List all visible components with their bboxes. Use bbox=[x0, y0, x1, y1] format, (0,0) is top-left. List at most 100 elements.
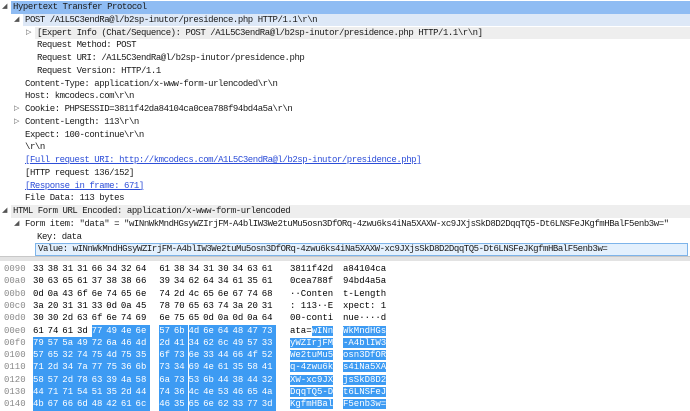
tree-item[interactable]: ▷ Cookie: PHPSESSID=3811f42da84104ca0cea7… bbox=[0, 103, 690, 116]
pane-splitter[interactable] bbox=[0, 256, 690, 261]
hex-byte[interactable]: 33 bbox=[92, 300, 107, 312]
ascii-chunk[interactable]: F5enb3w= bbox=[343, 398, 387, 410]
hex-byte[interactable]: 35 bbox=[247, 275, 262, 287]
expand-arrow-icon[interactable]: ▷ bbox=[26, 27, 31, 40]
hex-byte[interactable]: 33 bbox=[33, 263, 48, 275]
hex-byte[interactable]: 4b bbox=[33, 398, 48, 411]
ascii-chunk[interactable]: 0cea788f bbox=[290, 275, 333, 287]
hex-byte[interactable]: 41 bbox=[173, 336, 189, 350]
hex-byte[interactable]: 36 bbox=[173, 386, 189, 399]
hex-byte[interactable]: 3d bbox=[261, 398, 277, 411]
hex-byte[interactable]: 79 bbox=[33, 336, 48, 350]
tree-link[interactable]: [Response in frame: 671] bbox=[23, 180, 146, 193]
tree-item[interactable]: Value: wINnWkMndHGsyWZIrjFM-A4blIW3We2tu… bbox=[0, 243, 690, 256]
tree-item[interactable]: Expect: 100-continue\r\n bbox=[0, 129, 690, 142]
hex-byte[interactable]: 0d bbox=[232, 312, 247, 324]
hex-byte[interactable]: 74 bbox=[121, 312, 136, 324]
hex-byte[interactable]: 0d bbox=[33, 288, 48, 300]
hex-byte[interactable]: 61 bbox=[33, 325, 48, 337]
ascii-chunk[interactable]: -A4blIW3 bbox=[343, 337, 387, 349]
hex-byte[interactable]: 46 bbox=[232, 386, 248, 399]
tree-item[interactable]: Content-Type: application/x-www-form-url… bbox=[0, 78, 690, 91]
ascii-chunk[interactable]: We2tuMu5 bbox=[290, 349, 334, 361]
hex-byte[interactable]: 36 bbox=[120, 361, 136, 374]
hex-byte[interactable]: 54 bbox=[76, 386, 92, 399]
hex-byte[interactable]: 30 bbox=[218, 263, 233, 275]
hex-byte[interactable]: 63 bbox=[48, 275, 63, 287]
hex-byte[interactable]: 67 bbox=[232, 288, 247, 300]
hex-byte[interactable]: 6b bbox=[173, 324, 189, 337]
hex-byte[interactable]: 4e bbox=[120, 324, 136, 337]
hex-byte[interactable]: 6a bbox=[159, 373, 174, 386]
hex-byte[interactable]: 2d bbox=[62, 373, 77, 386]
hex-byte[interactable]: 4c bbox=[189, 288, 204, 300]
ascii-chunk[interactable]: t6LNSFeJ bbox=[343, 386, 387, 398]
hex-byte[interactable]: 31 bbox=[62, 263, 77, 275]
hex-byte[interactable]: 6e bbox=[135, 324, 151, 337]
hex-byte[interactable]: 35 bbox=[135, 349, 151, 362]
ascii-chunk[interactable]: osn3DfOR bbox=[343, 349, 387, 361]
hex-byte[interactable]: 6e bbox=[203, 398, 218, 411]
hex-byte[interactable]: 2d bbox=[62, 312, 77, 324]
tree-item[interactable]: ▷ Content-Length: 113\r\n bbox=[0, 116, 690, 129]
hex-byte[interactable]: 67 bbox=[47, 398, 63, 411]
hex-byte[interactable]: 77 bbox=[91, 361, 107, 374]
hex-byte[interactable]: 75 bbox=[91, 349, 107, 362]
collapse-arrow-icon[interactable]: ◢ bbox=[14, 14, 19, 27]
ascii-chunk[interactable]: KgfmHBal bbox=[290, 398, 334, 410]
hex-byte[interactable]: 0a bbox=[247, 312, 262, 324]
hex-byte[interactable]: 0d bbox=[203, 312, 218, 324]
hex-byte[interactable]: 2d bbox=[159, 336, 174, 350]
hex-byte[interactable]: 78 bbox=[159, 300, 174, 312]
tree-item[interactable]: Request Version: HTTP/1.1 bbox=[0, 65, 690, 78]
hex-byte[interactable]: 44 bbox=[135, 386, 151, 399]
hex-byte[interactable]: 31 bbox=[203, 263, 218, 275]
ascii-chunk[interactable]: 94bd4a5a bbox=[343, 275, 386, 287]
hex-byte[interactable]: 34 bbox=[218, 275, 233, 287]
ascii-chunk[interactable]: : 113··E bbox=[290, 300, 333, 312]
tree-item[interactable]: Host: kmcodecs.com\r\n bbox=[0, 90, 690, 103]
hex-byte[interactable]: 6e bbox=[136, 288, 151, 300]
hex-byte[interactable]: 32 bbox=[261, 373, 277, 386]
hex-byte[interactable]: 74 bbox=[106, 288, 121, 300]
hex-byte[interactable]: 65 bbox=[188, 398, 204, 411]
hex-byte[interactable]: 32 bbox=[62, 349, 77, 362]
hex-byte[interactable]: 4a bbox=[261, 386, 277, 399]
tree-item[interactable]: ◢ Hypertext Transfer Protocol bbox=[0, 1, 690, 14]
hex-byte[interactable]: 41 bbox=[261, 361, 277, 374]
tree-item[interactable]: ◢ POST /A1L5C3endRa@l/b2sp-inutor/preside… bbox=[0, 13, 690, 27]
hex-byte[interactable]: 34 bbox=[188, 336, 204, 350]
hex-byte[interactable]: 52 bbox=[261, 349, 277, 362]
hex-byte[interactable]: 64 bbox=[136, 263, 151, 275]
hex-byte[interactable]: 74 bbox=[159, 288, 174, 300]
hex-byte[interactable]: 3a bbox=[232, 300, 247, 312]
hex-byte[interactable]: 49 bbox=[106, 324, 121, 337]
tree-item[interactable]: [Full request URI: http://kmcodecs.com/A… bbox=[0, 154, 690, 167]
hex-byte[interactable]: 49 bbox=[232, 336, 248, 350]
hex-byte[interactable]: 74 bbox=[159, 386, 174, 399]
hex-byte[interactable]: 45 bbox=[136, 300, 151, 312]
ascii-chunk[interactable]: ··Conten bbox=[290, 288, 333, 300]
hex-byte[interactable]: 38 bbox=[174, 263, 189, 275]
hex-byte[interactable]: 64 bbox=[217, 324, 233, 337]
packet-details-tree[interactable]: ◢ Hypertext Transfer Protocol ◢ POST /A1L5C… bbox=[0, 0, 690, 256]
hex-byte[interactable]: 66 bbox=[136, 275, 151, 287]
hex-byte[interactable]: 34 bbox=[232, 263, 247, 275]
hex-byte[interactable]: 43 bbox=[62, 288, 77, 300]
hex-byte[interactable]: 0a bbox=[121, 300, 136, 312]
hex-byte[interactable]: 74 bbox=[247, 288, 262, 300]
hex-byte[interactable]: 33 bbox=[203, 349, 218, 362]
hex-byte[interactable]: 74 bbox=[218, 300, 233, 312]
ascii-chunk[interactable]: xpect: 1 bbox=[343, 300, 386, 312]
hex-byte[interactable]: 31 bbox=[77, 300, 92, 312]
hex-byte[interactable]: 49 bbox=[76, 336, 92, 350]
hex-byte[interactable]: 57 bbox=[159, 324, 174, 337]
tree-item[interactable]: File Data: 113 bytes bbox=[0, 192, 690, 205]
hex-byte[interactable]: 4e bbox=[203, 361, 218, 374]
hex-byte[interactable]: 34 bbox=[106, 263, 121, 275]
tree-item[interactable]: Request URI: /A1L5C3endRa@l/b2sp-inutor/… bbox=[0, 52, 690, 65]
hex-byte[interactable]: 73 bbox=[173, 373, 189, 386]
hex-byte[interactable]: 61 bbox=[232, 275, 247, 287]
hex-byte[interactable]: 6d bbox=[76, 398, 92, 411]
tree-item[interactable]: Request Method: POST bbox=[0, 39, 690, 52]
